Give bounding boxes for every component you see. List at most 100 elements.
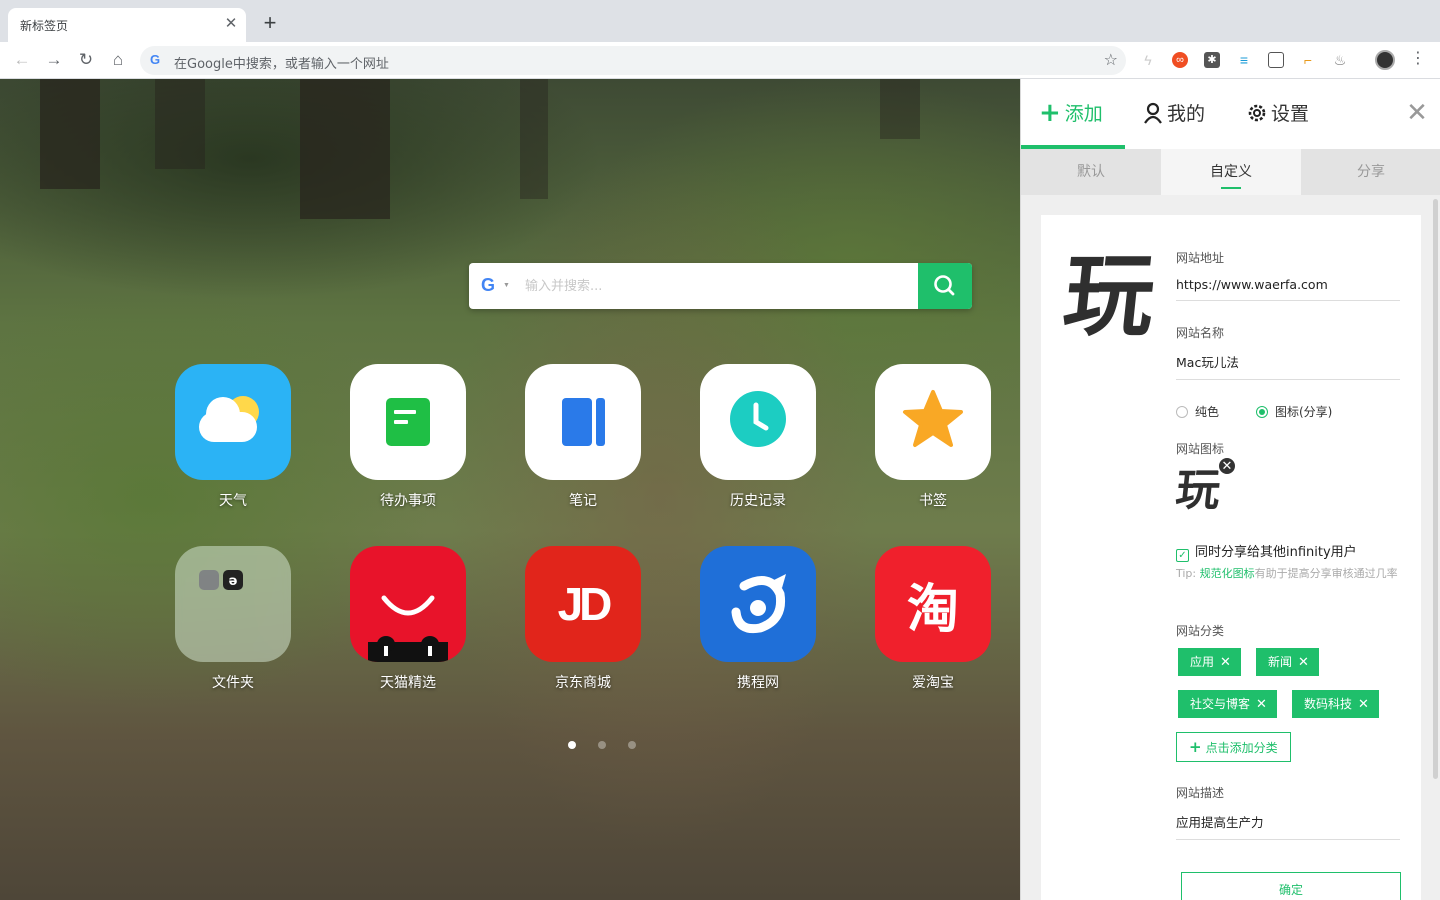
image-extension-icon[interactable] (1268, 52, 1284, 68)
tab-settings-label: 设置 (1271, 103, 1310, 125)
search-button[interactable] (918, 263, 972, 309)
app-label: 待办事项 (380, 493, 436, 509)
app-folder[interactable]: ə 文件夹 (175, 546, 291, 691)
weather-icon (175, 364, 291, 480)
jd-logo-text: JD (557, 578, 613, 630)
category-tag[interactable]: 新闻 ✕ (1256, 648, 1319, 676)
radio-circle (1176, 406, 1188, 418)
lightning-extension-icon[interactable]: ϟ (1140, 52, 1156, 68)
add-category-button[interactable]: + 点击添加分类 (1176, 732, 1291, 762)
home-icon[interactable]: ⌂ (108, 50, 128, 70)
site-logo-preview: 玩 (1058, 244, 1160, 349)
app-label: 携程网 (737, 675, 779, 691)
app-label: 笔记 (569, 493, 597, 509)
tip-link[interactable]: 规范化图标 (1200, 567, 1255, 580)
tab-settings[interactable]: 设置 (1247, 101, 1309, 127)
tree-trunk (300, 79, 390, 219)
radio-circle-checked (1256, 406, 1268, 418)
subtab-custom[interactable]: 自定义 (1161, 149, 1301, 195)
search-input[interactable] (525, 263, 915, 309)
person-icon (1143, 101, 1163, 132)
share-label: 同时分享给其他infinity用户 (1195, 545, 1357, 560)
new-tab-button[interactable]: + (258, 12, 282, 36)
subtab-share[interactable]: 分享 (1301, 149, 1440, 195)
address-bar-placeholder: 在Google中搜索，或者输入一个网址 (174, 57, 389, 72)
close-icon[interactable]: ✕ (1405, 99, 1429, 125)
app-taobao[interactable]: 淘 爱淘宝 (875, 546, 991, 691)
radio-solid-label: 纯色 (1195, 405, 1220, 419)
tip-prefix: Tip: (1176, 567, 1200, 580)
app-label: 爱淘宝 (912, 675, 954, 691)
search-engine-icon[interactable]: G (481, 275, 495, 296)
tab-close-icon[interactable]: ✕ (222, 15, 240, 33)
tab-mine[interactable]: 我的 (1143, 101, 1205, 127)
add-category-label: 点击添加分类 (1205, 741, 1278, 755)
tag-close-icon[interactable]: ✕ (1298, 649, 1309, 677)
tree-trunk (155, 79, 205, 169)
category-tag-label: 数码科技 (1304, 697, 1353, 711)
forward-icon[interactable]: → (44, 50, 64, 70)
app-notes[interactable]: 笔记 (525, 364, 641, 509)
page-dot[interactable] (598, 741, 606, 749)
back-icon[interactable]: ← (12, 50, 32, 70)
confirm-button[interactable]: 确定 (1181, 872, 1401, 900)
category-tag-label: 新闻 (1268, 655, 1293, 669)
engine-dropdown-icon[interactable]: ▼ (503, 282, 510, 289)
tag-close-icon[interactable]: ✕ (1256, 691, 1267, 719)
subtab-default[interactable]: 默认 (1021, 149, 1161, 195)
browser-tab[interactable]: 新标签页 ✕ (8, 8, 246, 42)
reload-icon[interactable]: ↻ (76, 50, 96, 70)
category-tag-label: 应用 (1190, 655, 1215, 669)
tag-close-icon[interactable]: ✕ (1358, 691, 1369, 719)
app-bookmarks[interactable]: 书签 (875, 364, 991, 509)
category-tag[interactable]: 社交与博客 ✕ (1178, 690, 1277, 718)
app-tmall[interactable]: 天猫精选 (350, 546, 466, 691)
hammer-extension-icon[interactable]: ⌐ (1300, 52, 1316, 68)
bookmark-star-icon (875, 364, 991, 480)
subtabs: 默认 自定义 分享 (1021, 149, 1440, 195)
app-label: 京东商城 (555, 675, 611, 691)
category-tag[interactable]: 应用 ✕ (1178, 648, 1241, 676)
tree-trunk (880, 79, 920, 139)
radio-icon-share[interactable]: 图标(分享) (1256, 403, 1332, 420)
radio-solid-color[interactable]: 纯色 (1176, 403, 1219, 420)
filter-extension-icon[interactable]: ≡ (1236, 52, 1252, 68)
remove-icon-close-icon[interactable]: ✕ (1217, 456, 1237, 476)
app-jd[interactable]: JD 京东商城 (525, 546, 641, 691)
tab-title: 新标签页 (20, 19, 69, 33)
custom-site-form: 玩 网站地址 https://www.waerfa.com 网站名称 Mac玩儿… (1041, 215, 1421, 900)
desc-field[interactable]: 应用提高生产力 (1176, 812, 1400, 840)
browser-toolbar: ← → ↻ ⌂ G 在Google中搜索，或者输入一个网址 ☆ ϟ ∞ ✱ ≡ … (0, 42, 1440, 79)
name-label: 网站名称 (1176, 326, 1225, 340)
app-history[interactable]: 历史记录 (700, 364, 816, 509)
bookmark-star-icon[interactable]: ☆ (1104, 50, 1118, 70)
app-label: 书签 (919, 493, 947, 509)
app-ctrip[interactable]: 携程网 (700, 546, 816, 691)
app-weather[interactable]: 天气 (175, 364, 291, 509)
profile-avatar[interactable] (1375, 50, 1395, 70)
page-dot-active[interactable] (568, 741, 576, 749)
ctrip-dolphin-icon (700, 546, 816, 662)
tag-close-icon[interactable]: ✕ (1220, 649, 1231, 677)
name-field[interactable]: Mac玩儿法 (1176, 352, 1400, 380)
app-todo[interactable]: 待办事项 (350, 364, 466, 509)
tab-add[interactable]: + 添加 (1039, 100, 1103, 127)
browser-tabstrip: 新标签页 ✕ + (0, 0, 1440, 42)
category-tag[interactable]: 数码科技 ✕ (1292, 690, 1379, 718)
flame-extension-icon[interactable]: ♨ (1332, 52, 1348, 68)
asterisk-extension-icon[interactable]: ✱ (1204, 52, 1220, 68)
app-label: 文件夹 (212, 675, 254, 691)
icon-label: 网站图标 (1176, 442, 1225, 456)
share-checkbox[interactable]: ✓ 同时分享给其他infinity用户 (1176, 541, 1357, 562)
address-bar[interactable]: G 在Google中搜索，或者输入一个网址 ☆ (140, 46, 1126, 75)
tree-trunk (40, 79, 100, 189)
tab-mine-label: 我的 (1167, 103, 1206, 125)
search-icon (934, 275, 955, 296)
category-tag-label: 社交与博客 (1190, 697, 1251, 711)
panel-scrollbar[interactable] (1433, 199, 1438, 779)
chrome-menu-icon[interactable]: ⋮ (1410, 49, 1426, 69)
url-field[interactable]: https://www.waerfa.com (1176, 277, 1400, 301)
todo-icon (350, 364, 466, 480)
infinity-extension-icon[interactable]: ∞ (1172, 52, 1188, 68)
page-dot[interactable] (628, 741, 636, 749)
